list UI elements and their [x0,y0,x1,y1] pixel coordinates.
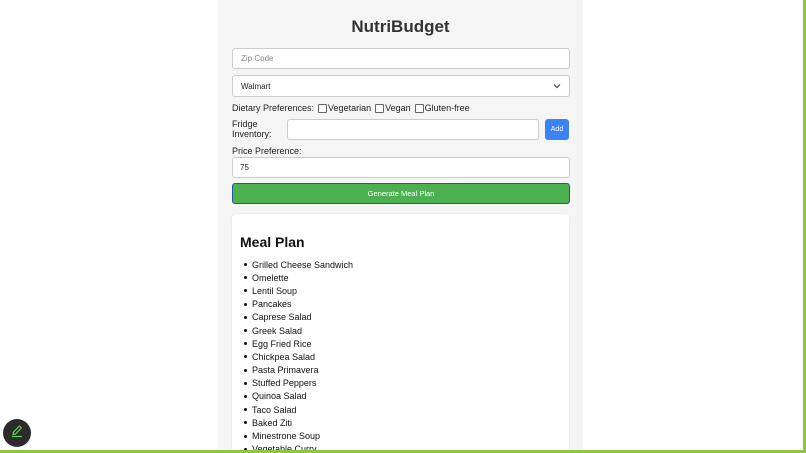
meal-plan-title: Meal Plan [240,234,305,250]
store-select[interactable]: Walmart [232,75,570,97]
bullet-icon [244,263,247,267]
dietary-label: Dietary Preferences: [232,103,315,113]
bullet-icon [244,302,247,306]
meal-item-label: Omelette [252,272,289,283]
fridge-inventory-label: Fridge Inventory: [232,119,272,139]
bullet-icon [244,434,247,438]
meal-item: Pancakes [240,298,353,311]
meal-item: Caprese Salad [240,311,353,324]
app-container: NutriBudget Walmart Dietary Preferences:… [218,0,583,453]
meal-item-label: Grilled Cheese Sandwich [252,259,354,270]
meal-item: Baked Ziti [240,416,353,429]
meal-item: Stuffed Peppers [240,377,353,390]
bullet-icon [244,408,247,412]
meal-item: Greek Salad [240,324,353,337]
bullet-icon [244,329,247,333]
dietary-preferences: Dietary Preferences: Vegetarian Vegan Gl… [232,102,470,114]
fridge-inventory-input[interactable] [287,119,539,140]
meal-list: Grilled Cheese Sandwich Omelette Lentil … [240,258,353,453]
meal-plan-card: Meal Plan Grilled Cheese Sandwich Omelet… [232,214,569,453]
pencil-icon [10,424,24,443]
bullet-icon [244,421,247,425]
meal-item: Grilled Cheese Sandwich [240,258,353,271]
vegetarian-checkbox[interactable] [318,103,328,113]
viewport: NutriBudget Walmart Dietary Preferences:… [0,0,806,453]
gluten-free-label: Gluten-free [424,103,470,113]
meal-item: Lentil Soup [240,284,353,297]
store-select-value: Walmart [241,81,271,91]
meal-item: Egg Fried Rice [240,337,353,350]
edit-fab-button[interactable] [3,419,31,447]
dietary-option-gluten-free[interactable]: Gluten-free [414,103,470,113]
meal-item-label: Caprese Salad [252,312,312,323]
meal-item-label: Minestrone Soup [252,431,321,442]
price-preference-label: Price Preference: [232,146,302,156]
bullet-icon [244,289,247,293]
meal-item: Minestrone Soup [240,429,353,442]
meal-item: Omelette [240,271,353,284]
bullet-icon [244,368,247,372]
meal-item: Pasta Primavera [240,364,353,377]
bullet-icon [244,276,247,280]
bullet-icon [244,355,247,359]
generate-meal-plan-button[interactable]: Generate Meal Plan [232,183,570,204]
vegetarian-label: Vegetarian [328,103,372,113]
meal-item-label: Greek Salad [252,325,303,336]
meal-item-label: Stuffed Peppers [252,378,317,389]
vegan-checkbox[interactable] [375,103,385,113]
meal-item-label: Pancakes [252,299,292,310]
zip-code-input[interactable] [232,48,570,69]
dietary-option-vegan[interactable]: Vegan [375,103,411,113]
meal-item: Taco Salad [240,403,353,416]
bullet-icon [244,381,247,385]
price-value: 75 [240,163,249,172]
meal-item-label: Egg Fried Rice [252,338,312,349]
bullet-icon [244,315,247,319]
meal-item: Chickpea Salad [240,350,353,363]
meal-item-label: Taco Salad [252,404,297,415]
dietary-option-vegetarian[interactable]: Vegetarian [318,103,371,113]
meal-item-label: Pasta Primavera [252,365,319,376]
app-title: NutriBudget [351,17,450,36]
meal-item-label: Baked Ziti [252,417,293,428]
meal-item: Quinoa Salad [240,390,353,403]
chevron-down-icon [553,82,561,91]
meal-item-label: Quinoa Salad [252,391,307,402]
bullet-icon [244,342,247,346]
price-preference-input[interactable]: 75 [232,157,570,178]
gluten-free-checkbox[interactable] [414,103,424,113]
vegan-label: Vegan [385,103,411,113]
meal-item-label: Lentil Soup [252,285,298,296]
bullet-icon [244,394,247,398]
add-button[interactable]: Add [545,119,569,140]
meal-item-label: Chickpea Salad [252,351,316,362]
